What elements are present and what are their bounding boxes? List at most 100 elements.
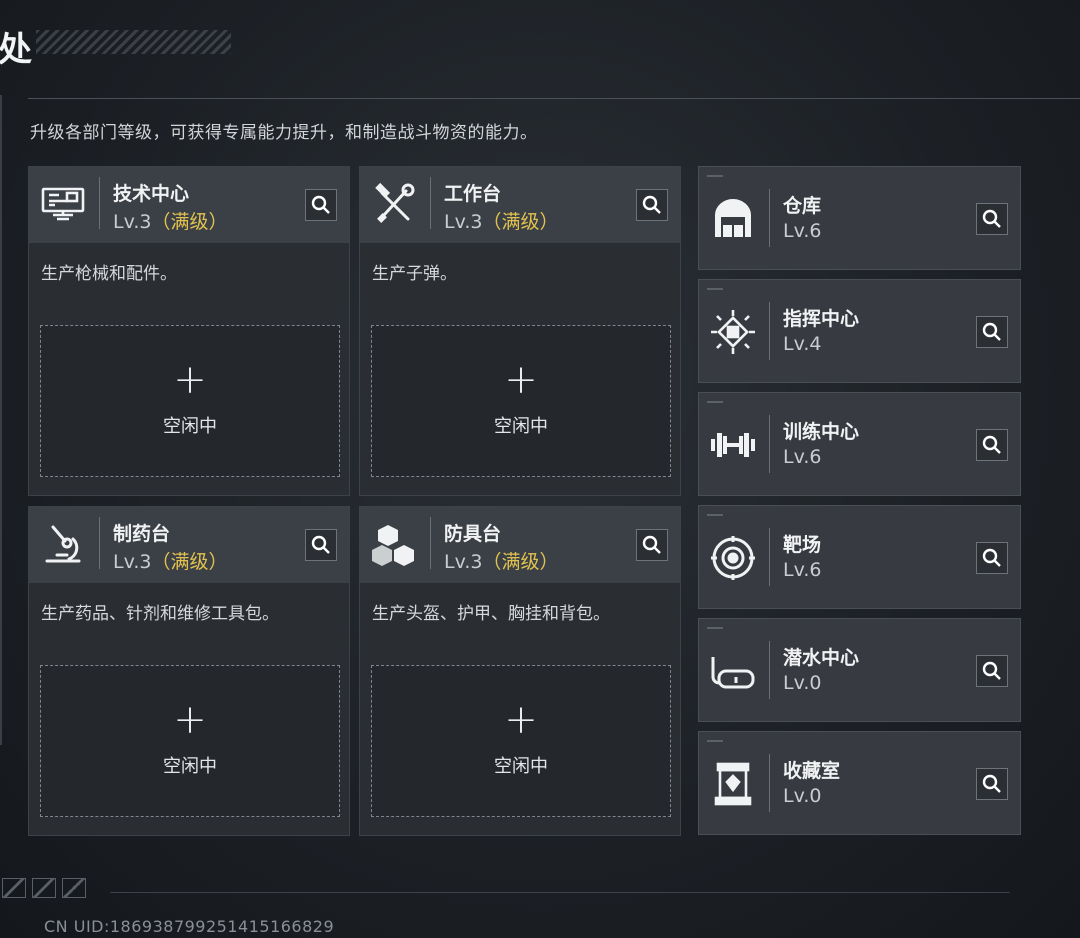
workshop-name: 技术中心 (113, 183, 190, 205)
inspect-button[interactable] (305, 529, 337, 561)
search-icon (642, 535, 661, 554)
row-separator (769, 641, 770, 699)
inspect-button[interactable] (976, 316, 1008, 348)
workshop-level: Lv.3（满级） (444, 207, 559, 234)
facility-level: Lv.4 (783, 333, 822, 355)
footer-decoration (2, 878, 92, 902)
search-icon (982, 661, 1001, 680)
search-icon (311, 195, 330, 214)
header-separator (430, 517, 431, 569)
add-icon: + (173, 697, 207, 743)
workshop-description: 生产枪械和配件。 (41, 264, 177, 284)
facility-row-warehouse[interactable]: 仓库 Lv.6 (698, 166, 1021, 270)
workshop-card-workbench[interactable]: 工作台 Lv.3（满级） 生产子弹。 + 空闲中 (359, 166, 681, 496)
facility-level: Lv.6 (783, 559, 822, 581)
max-level-tag: （满级） (482, 211, 559, 233)
left-edge-line (0, 95, 2, 745)
max-level-tag: （满级） (482, 551, 559, 573)
warehouse-icon (709, 195, 757, 243)
workshop-name: 制药台 (113, 523, 171, 545)
crates-icon (370, 521, 418, 569)
inspect-button[interactable] (976, 429, 1008, 461)
workshop-card-armor-bench[interactable]: 防具台 Lv.3（满级） 生产头盔、护甲、胸挂和背包。 + 空闲中 (359, 506, 681, 836)
level-value: Lv.3 (113, 211, 152, 233)
production-slot[interactable]: + 空闲中 (40, 325, 340, 477)
search-icon (982, 548, 1001, 567)
user-uid: CN UID:186938799251415166829 (44, 917, 335, 936)
row-separator (769, 189, 770, 247)
level-value: Lv.3 (444, 551, 483, 573)
workshop-description: 生产子弹。 (372, 264, 457, 284)
production-slot[interactable]: + 空闲中 (371, 665, 671, 817)
search-icon (982, 774, 1001, 793)
workshop-card-pharmacy[interactable]: 制药台 Lv.3（满级） 生产药品、针剂和维修工具包。 + 空闲中 (28, 506, 350, 836)
inspect-button[interactable] (976, 768, 1008, 800)
max-level-tag: （满级） (151, 211, 228, 233)
inspect-button[interactable] (976, 655, 1008, 687)
slot-status: 空闲中 (494, 756, 548, 777)
facility-name: 靶场 (783, 534, 822, 556)
facility-level: Lv.0 (783, 672, 822, 694)
add-icon: + (173, 357, 207, 403)
target-icon (709, 534, 757, 582)
production-slot[interactable]: + 空闲中 (371, 325, 671, 477)
facility-level: Lv.0 (783, 785, 822, 807)
workshop-level: Lv.3（满级） (444, 547, 559, 574)
inspect-button[interactable] (976, 542, 1008, 574)
search-icon (311, 535, 330, 554)
header-divider (28, 98, 1080, 99)
inspect-button[interactable] (636, 189, 668, 221)
row-separator (769, 528, 770, 586)
display-case-icon (709, 760, 757, 808)
facility-name: 指挥中心 (783, 308, 860, 330)
add-icon: + (504, 357, 538, 403)
workshop-level: Lv.3（满级） (113, 547, 228, 574)
page-description: 升级各部门等级，可获得专属能力提升，和制造战斗物资的能力。 (30, 123, 538, 143)
computer-terminal-icon (39, 181, 87, 229)
facility-name: 训练中心 (783, 421, 860, 443)
slot-status: 空闲中 (494, 416, 548, 437)
level-value: Lv.3 (113, 551, 152, 573)
workshop-name: 工作台 (444, 183, 502, 205)
inspect-button[interactable] (305, 189, 337, 221)
production-slot[interactable]: + 空闲中 (40, 665, 340, 817)
workshop-level: Lv.3（满级） (113, 207, 228, 234)
row-separator (769, 302, 770, 360)
workshop-card-tech-center[interactable]: 技术中心 Lv.3（满级） 生产枪械和配件。 + 空闲中 (28, 166, 350, 496)
facility-row-training-center[interactable]: 训练中心 Lv.6 (698, 392, 1021, 496)
facility-name: 收藏室 (783, 760, 841, 782)
header-separator (99, 177, 100, 229)
inspect-button[interactable] (976, 203, 1008, 235)
search-icon (982, 209, 1001, 228)
inspect-button[interactable] (636, 529, 668, 561)
workshop-name: 防具台 (444, 523, 502, 545)
slot-status: 空闲中 (163, 416, 217, 437)
chip-icon (709, 308, 757, 356)
facility-row-collection-room[interactable]: 收藏室 Lv.0 (698, 731, 1021, 835)
add-icon: + (504, 697, 538, 743)
facility-level: Lv.6 (783, 446, 822, 468)
slot-status: 空闲中 (163, 756, 217, 777)
facility-name: 仓库 (783, 195, 822, 217)
hammer-wrench-icon (370, 181, 418, 229)
workshop-description: 生产头盔、护甲、胸挂和背包。 (372, 604, 610, 624)
facility-row-command-center[interactable]: 指挥中心 Lv.4 (698, 279, 1021, 383)
header-separator (430, 177, 431, 229)
row-separator (769, 415, 770, 473)
microscope-icon (39, 521, 87, 569)
search-icon (982, 435, 1001, 454)
facility-level: Lv.6 (783, 220, 822, 242)
title-fragment: 处 (0, 30, 32, 70)
search-icon (642, 195, 661, 214)
max-level-tag: （满级） (151, 551, 228, 573)
footer-divider (110, 892, 1010, 893)
workshop-description: 生产药品、针剂和维修工具包。 (41, 604, 279, 624)
row-separator (769, 754, 770, 812)
facility-row-diving-center[interactable]: 潜水中心 Lv.0 (698, 618, 1021, 722)
facility-row-shooting-range[interactable]: 靶场 Lv.6 (698, 505, 1021, 609)
search-icon (982, 322, 1001, 341)
level-value: Lv.3 (444, 211, 483, 233)
dumbbell-icon (709, 421, 757, 469)
facility-name: 潜水中心 (783, 647, 860, 669)
diving-mask-icon (709, 647, 757, 695)
